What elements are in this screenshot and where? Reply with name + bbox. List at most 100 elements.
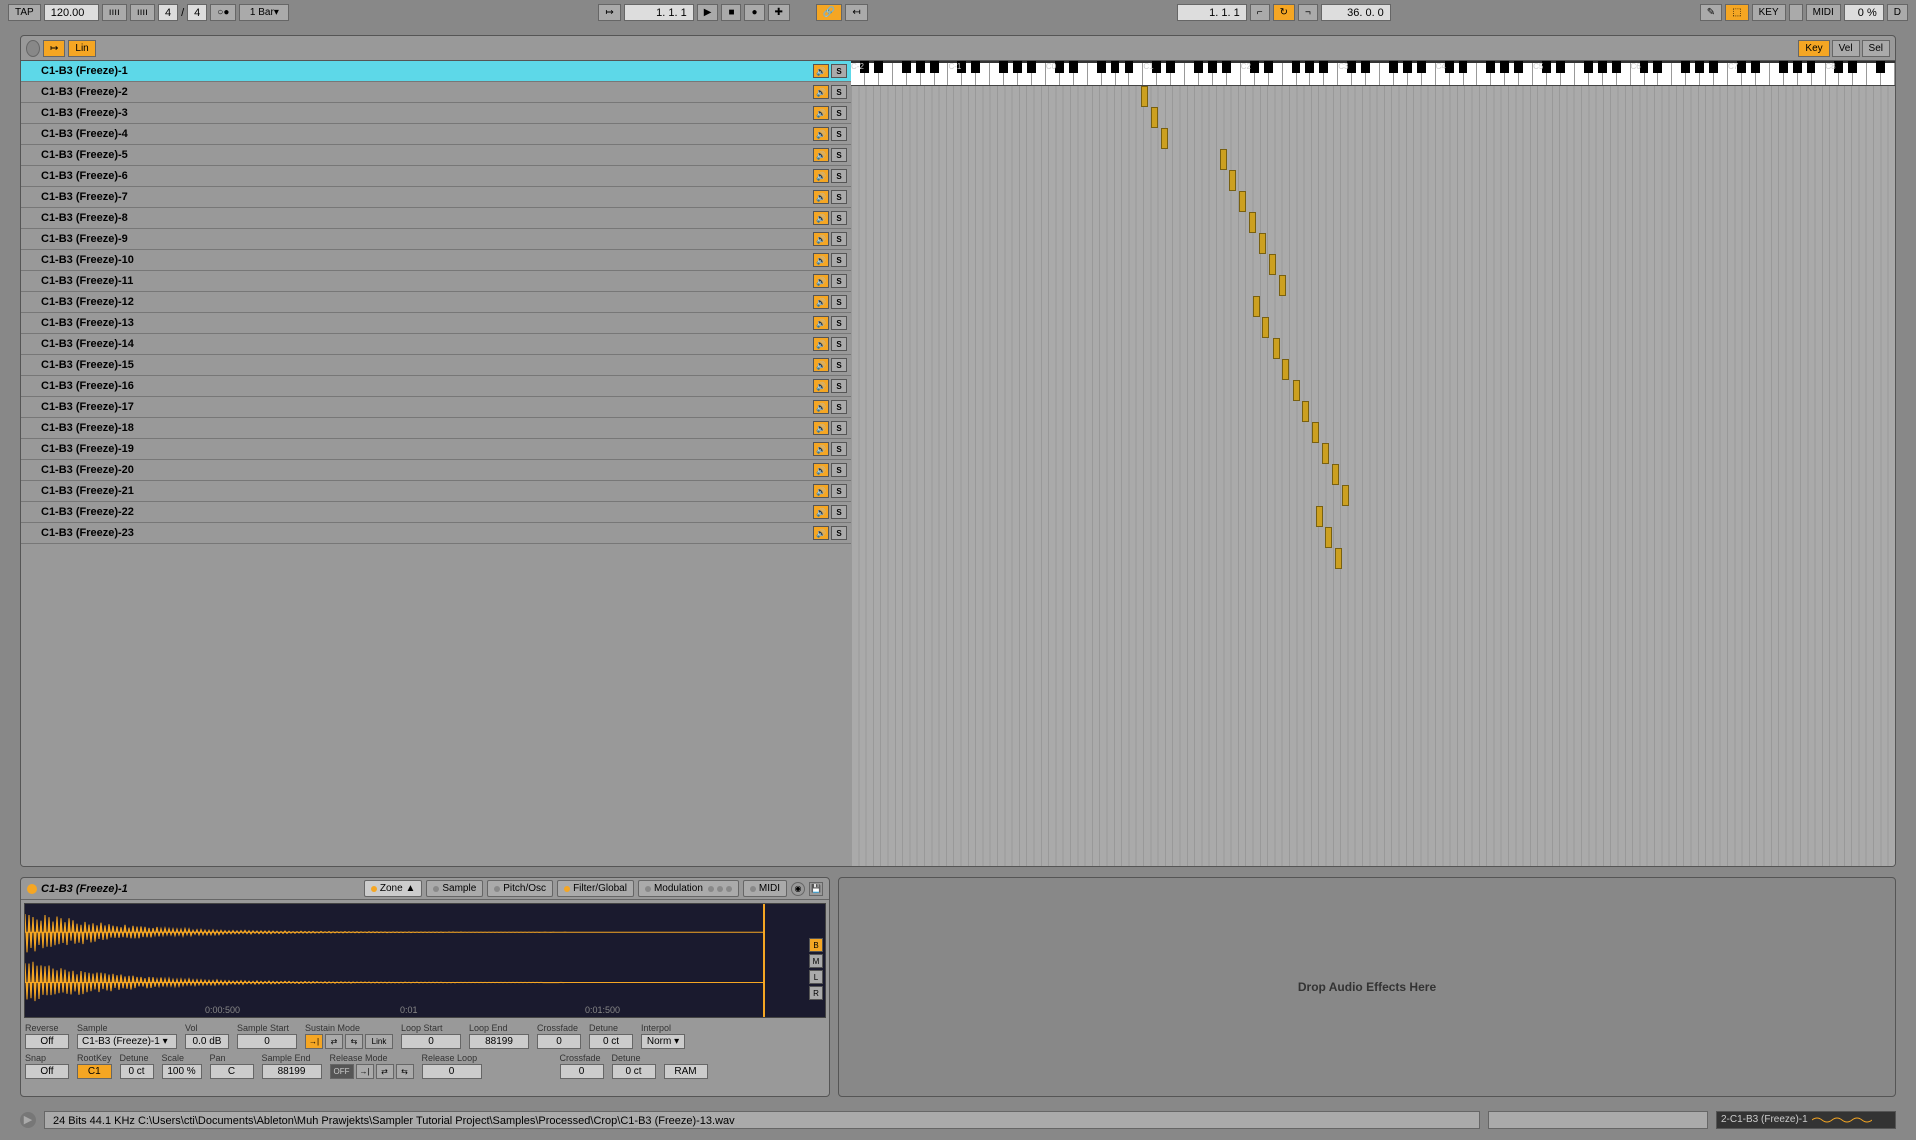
solo-button[interactable]: S — [831, 337, 847, 351]
speaker-button[interactable]: 🔊 — [813, 253, 829, 267]
sample-row[interactable]: C1-B3 (Freeze)-12 🔊 S — [21, 292, 851, 313]
sample-row[interactable]: C1-B3 (Freeze)-16 🔊 S — [21, 376, 851, 397]
zone-marker[interactable] — [1302, 401, 1309, 422]
punch-in-button[interactable]: ⌐ — [1250, 4, 1270, 21]
tab-pitch-osc[interactable]: Pitch/Osc — [487, 880, 553, 897]
release-mode-1[interactable]: →| — [356, 1064, 374, 1079]
solo-button[interactable]: S — [831, 442, 847, 456]
speaker-button[interactable]: 🔊 — [813, 379, 829, 393]
sample-row[interactable]: C1-B3 (Freeze)-10 🔊 S — [21, 250, 851, 271]
release-off-button[interactable]: OFF — [330, 1064, 354, 1079]
device-activator[interactable] — [26, 40, 40, 57]
loop-start-value[interactable]: 0 — [401, 1034, 461, 1049]
pan-value[interactable]: C — [210, 1064, 254, 1079]
speaker-button[interactable]: 🔊 — [813, 295, 829, 309]
tap-button[interactable]: TAP — [8, 4, 41, 21]
sel-zone-button[interactable]: Sel — [1862, 40, 1890, 57]
scale-value[interactable]: 100 % — [162, 1064, 202, 1079]
lin-button[interactable]: Lin — [68, 40, 95, 57]
keyboard-button[interactable]: ⬚ — [1725, 4, 1748, 21]
punch-out-button[interactable]: ¬ — [1298, 4, 1318, 21]
sample-row[interactable]: C1-B3 (Freeze)-6 🔊 S — [21, 166, 851, 187]
overdub-button[interactable]: ✚ — [768, 4, 790, 21]
solo-button[interactable]: S — [831, 127, 847, 141]
zone-marker[interactable] — [1239, 191, 1246, 212]
play-icon[interactable]: ▶ — [20, 1112, 36, 1128]
zone-marker[interactable] — [1262, 317, 1269, 338]
loop-button[interactable]: ↻ — [1273, 4, 1295, 21]
sig-numerator[interactable]: 4 — [158, 4, 178, 21]
solo-button[interactable]: S — [831, 253, 847, 267]
wave-m-button[interactable]: M — [809, 954, 823, 968]
zone-marker[interactable] — [1332, 464, 1339, 485]
speaker-button[interactable]: 🔊 — [813, 85, 829, 99]
back-to-arrangement-button[interactable]: ↤ — [845, 4, 867, 21]
solo-button[interactable]: S — [831, 316, 847, 330]
speaker-button[interactable]: 🔊 — [813, 337, 829, 351]
speaker-button[interactable]: 🔊 — [813, 211, 829, 225]
zone-marker[interactable] — [1335, 548, 1342, 569]
speaker-button[interactable]: 🔊 — [813, 232, 829, 246]
zone-marker[interactable] — [1161, 128, 1168, 149]
speaker-button[interactable]: 🔊 — [813, 127, 829, 141]
zone-marker[interactable] — [1325, 527, 1332, 548]
zone-marker[interactable] — [1342, 485, 1349, 506]
vol-value[interactable]: 0.0 dB — [185, 1034, 229, 1049]
zone-grid[interactable] — [851, 86, 1895, 866]
solo-button[interactable]: S — [831, 148, 847, 162]
zone-marker[interactable] — [1273, 338, 1280, 359]
tab-filter-global[interactable]: Filter/Global — [557, 880, 634, 897]
tab-sample[interactable]: Sample — [426, 880, 483, 897]
sample-end-value[interactable]: 88199 — [262, 1064, 322, 1079]
speaker-button[interactable]: 🔊 — [813, 442, 829, 456]
nudge-up-button[interactable]: ıııı — [130, 4, 155, 21]
nudge-down-button[interactable]: ıııı — [102, 4, 127, 21]
follow-button[interactable]: ↦ — [598, 4, 620, 21]
device-on-icon[interactable] — [27, 884, 37, 894]
zone-marker[interactable] — [1249, 212, 1256, 233]
speaker-button[interactable]: 🔊 — [813, 400, 829, 414]
loop-length[interactable]: 36. 0. 0 — [1321, 4, 1391, 21]
sustain-mode-2[interactable]: ⇄ — [325, 1034, 343, 1049]
zone-marker[interactable] — [1229, 170, 1236, 191]
speaker-button[interactable]: 🔊 — [813, 106, 829, 120]
waveform-display[interactable]: B M L R 0:00:500 0:01 0:01:500 — [24, 903, 826, 1018]
speaker-button[interactable]: 🔊 — [813, 316, 829, 330]
key-map-button[interactable]: KEY — [1752, 4, 1786, 21]
clip-thumbnail[interactable]: 2-C1-B3 (Freeze)-1 — [1716, 1111, 1896, 1129]
sample-row[interactable]: C1-B3 (Freeze)-15 🔊 S — [21, 355, 851, 376]
zone-marker[interactable] — [1293, 380, 1300, 401]
tab-zone[interactable]: Zone ▲ — [364, 880, 422, 897]
speaker-button[interactable]: 🔊 — [813, 169, 829, 183]
arrangement-position[interactable]: 1. 1. 1 — [624, 4, 694, 21]
play-button[interactable]: ▶ — [697, 4, 719, 21]
quantize-menu[interactable]: 1 Bar ▾ — [239, 4, 289, 21]
rootkey-value[interactable]: C1 — [77, 1064, 112, 1079]
sustain-mode-1[interactable]: →| — [305, 1034, 323, 1049]
sample-row[interactable]: C1-B3 (Freeze)-19 🔊 S — [21, 439, 851, 460]
loop-start[interactable]: 1. 1. 1 — [1177, 4, 1247, 21]
wave-b-button[interactable]: B — [809, 938, 823, 952]
sample-row[interactable]: C1-B3 (Freeze)-4 🔊 S — [21, 124, 851, 145]
stop-button[interactable]: ■ — [721, 4, 741, 21]
speaker-button[interactable]: 🔊 — [813, 463, 829, 477]
sample-row[interactable]: C1-B3 (Freeze)-22 🔊 S — [21, 502, 851, 523]
zone-marker[interactable] — [1151, 107, 1158, 128]
solo-button[interactable]: S — [831, 211, 847, 225]
speaker-button[interactable]: 🔊 — [813, 484, 829, 498]
sample-row[interactable]: C1-B3 (Freeze)-14 🔊 S — [21, 334, 851, 355]
solo-button[interactable]: S — [831, 421, 847, 435]
hotswap-icon[interactable]: ◉ — [791, 882, 805, 896]
sample-row[interactable]: C1-B3 (Freeze)-7 🔊 S — [21, 187, 851, 208]
zone-marker[interactable] — [1322, 443, 1329, 464]
automation-arm-button[interactable]: 🔗 — [816, 4, 842, 21]
tab-modulation[interactable]: Modulation — [638, 880, 739, 897]
solo-button[interactable]: S — [831, 64, 847, 78]
draw-mode-button[interactable]: ✎ — [1700, 4, 1722, 21]
tab-midi[interactable]: MIDI — [743, 880, 787, 897]
sample-row[interactable]: C1-B3 (Freeze)-2 🔊 S — [21, 82, 851, 103]
wave-l-button[interactable]: L — [809, 970, 823, 984]
speaker-button[interactable]: 🔊 — [813, 148, 829, 162]
sample-row[interactable]: C1-B3 (Freeze)-8 🔊 S — [21, 208, 851, 229]
solo-button[interactable]: S — [831, 526, 847, 540]
